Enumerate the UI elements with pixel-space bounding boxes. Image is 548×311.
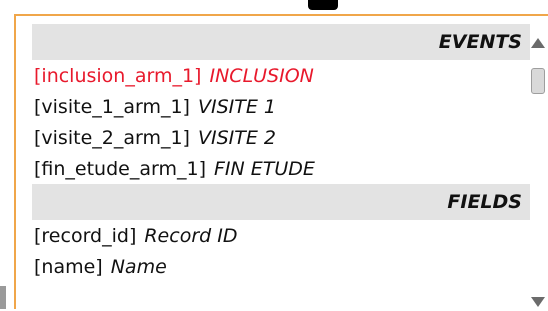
event-item-fin-etude[interactable]: [fin_etude_arm_1] FIN ETUDE xyxy=(32,153,530,184)
background-left-scroll-edge xyxy=(0,286,6,309)
field-item-name[interactable]: [name] Name xyxy=(32,251,530,282)
event-item-label: FIN ETUDE xyxy=(213,157,315,180)
field-item-label: Record ID xyxy=(144,224,238,247)
event-item-id: [visite_1_arm_1] xyxy=(34,95,190,118)
background-left-edge xyxy=(0,0,14,309)
fields-section-header: FIELDS xyxy=(32,184,530,220)
field-item-id: [name] xyxy=(34,255,103,278)
event-item-label: INCLUSION xyxy=(209,64,314,87)
chevron-down-icon[interactable] xyxy=(531,297,545,307)
autocomplete-list: EVENTS [inclusion_arm_1] INCLUSION [visi… xyxy=(32,24,530,282)
event-item-inclusion[interactable]: [inclusion_arm_1] INCLUSION xyxy=(32,60,530,91)
event-item-id: [fin_etude_arm_1] xyxy=(34,157,206,180)
events-section-header: EVENTS xyxy=(32,24,530,60)
event-item-label: VISITE 1 xyxy=(197,95,276,118)
event-item-visite-2[interactable]: [visite_2_arm_1] VISITE 2 xyxy=(32,122,530,153)
field-item-record-id[interactable]: [record_id] Record ID xyxy=(32,220,530,251)
scrollbar-thumb[interactable] xyxy=(531,68,545,94)
field-item-id: [record_id] xyxy=(34,224,137,247)
background-top-glyph xyxy=(308,0,338,10)
autocomplete-panel: EVENTS [inclusion_arm_1] INCLUSION [visi… xyxy=(14,14,548,311)
field-item-label: Name xyxy=(110,255,167,278)
vertical-scrollbar[interactable] xyxy=(530,38,546,311)
chevron-up-icon[interactable] xyxy=(531,38,545,48)
event-item-label: VISITE 2 xyxy=(197,126,276,149)
event-item-id: [inclusion_arm_1] xyxy=(34,64,202,87)
event-item-visite-1[interactable]: [visite_1_arm_1] VISITE 1 xyxy=(32,91,530,122)
event-item-id: [visite_2_arm_1] xyxy=(34,126,190,149)
